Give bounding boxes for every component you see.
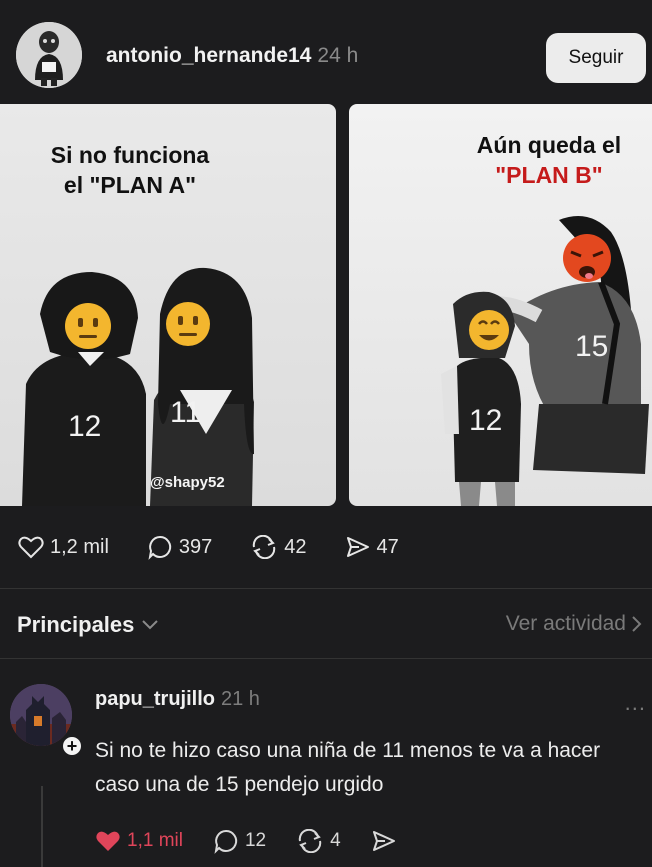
post-image-plan-a[interactable]: Si no funciona el "PLAN A" 12 11 @shapy5… xyxy=(0,104,336,506)
reply-repost-count: 4 xyxy=(330,830,341,851)
sort-label: Principales xyxy=(17,612,135,637)
author-avatar[interactable] xyxy=(16,22,82,88)
reply-item: + papu_trujillo 21 h ... Si no te hizo ca… xyxy=(0,662,652,867)
reply-like-count: 1,1 mil xyxy=(127,830,183,851)
reply-share-button[interactable] xyxy=(371,829,403,853)
reply-username[interactable]: papu_trujillo 21 h xyxy=(95,688,260,711)
reply-comment-button[interactable]: 12 xyxy=(213,828,266,854)
image-watermark: @shapy52 xyxy=(150,474,225,491)
thread-line xyxy=(41,786,43,867)
reply-comment-count: 12 xyxy=(244,830,267,851)
plan-b-illustration xyxy=(441,216,649,506)
like-count: 1,2 mil xyxy=(50,535,109,558)
follow-button[interactable]: Seguir xyxy=(546,33,646,83)
plan-b-number-kid: 12 xyxy=(469,404,503,437)
reply-author-name[interactable]: papu_trujillo xyxy=(95,688,215,710)
post-time: 24 h xyxy=(317,44,359,67)
author-name[interactable]: antonio_hernande14 xyxy=(106,44,311,67)
replies-sort-bar: Principales Ver actividad xyxy=(0,598,652,650)
comment-count: 397 xyxy=(178,535,213,558)
comment-icon xyxy=(148,535,172,560)
author-username[interactable]: antonio_hernande14 24 h xyxy=(106,44,358,68)
reply-time: 21 h xyxy=(221,688,260,710)
sort-dropdown[interactable]: Principales xyxy=(17,612,159,638)
view-activity-link[interactable]: Ver actividad xyxy=(506,612,642,636)
share-icon xyxy=(372,831,395,851)
divider-top xyxy=(0,588,652,589)
comment-icon xyxy=(214,829,238,854)
view-activity-label: Ver actividad xyxy=(505,612,626,635)
repost-icon xyxy=(298,829,322,853)
share-button[interactable]: 47 xyxy=(345,535,399,559)
plan-a-number-boy: 12 xyxy=(68,410,102,443)
like-button[interactable]: 1,2 mil xyxy=(18,535,109,559)
comment-button[interactable]: 397 xyxy=(147,534,212,560)
repost-count: 42 xyxy=(284,535,307,558)
plan-a-illustration xyxy=(22,267,254,506)
post-image-plan-b[interactable]: Aún queda el "PLAN B" 15 12 xyxy=(349,104,652,506)
repost-button[interactable]: 42 xyxy=(250,535,307,559)
divider-bottom xyxy=(0,658,652,659)
repost-icon xyxy=(253,535,276,559)
post-header: antonio_hernande14 24 h Seguir xyxy=(0,0,652,100)
reply-like-button[interactable]: 1,1 mil xyxy=(95,829,183,853)
post-actions: 1,2 mil 397 42 47 xyxy=(18,530,437,564)
plan-b-number-woman: 15 xyxy=(575,330,609,363)
heart-icon xyxy=(18,536,44,559)
share-count: 47 xyxy=(376,535,399,558)
reply-repost-button[interactable]: 4 xyxy=(296,829,341,853)
share-icon xyxy=(346,537,369,557)
reply-text: Si no te hizo caso una niña de 11 menos … xyxy=(95,739,601,796)
plan-a-number-girl: 11 xyxy=(170,396,202,429)
more-icon[interactable]: ... xyxy=(625,690,646,716)
chevron-down-icon xyxy=(142,620,159,630)
reply-actions: 1,1 mil 12 4 xyxy=(95,824,433,858)
heart-icon xyxy=(96,831,120,851)
plus-icon[interactable]: + xyxy=(60,734,84,758)
chevron-right-icon xyxy=(632,616,642,632)
